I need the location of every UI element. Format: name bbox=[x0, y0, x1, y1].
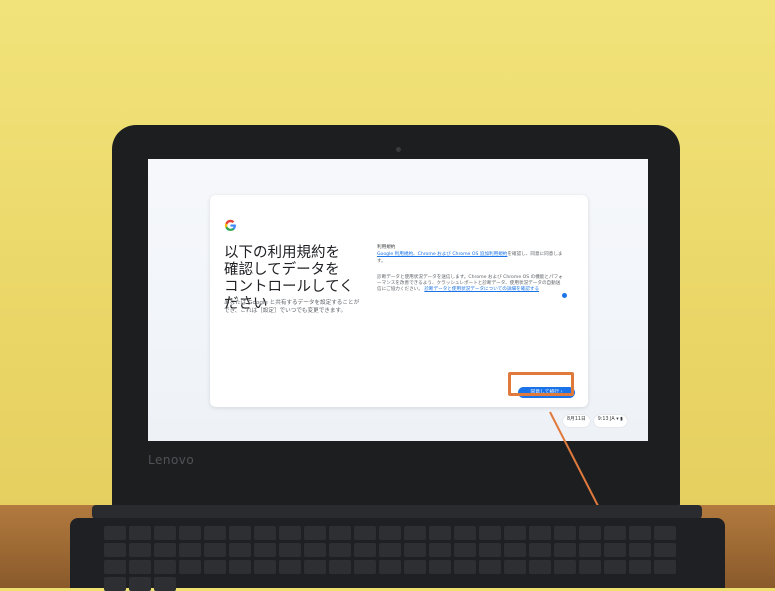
keyboard-key bbox=[204, 560, 226, 574]
google-g-icon bbox=[224, 219, 236, 231]
status-area[interactable]: 9:13 JA ▾ ▮ bbox=[593, 415, 627, 427]
webcam bbox=[396, 147, 401, 152]
keyboard-key bbox=[304, 560, 326, 574]
keyboard-key bbox=[179, 560, 201, 574]
keyboard-key bbox=[629, 526, 651, 540]
diagnostics-link[interactable]: 診断データと使用状況データについての詳細を確認する bbox=[424, 287, 539, 292]
keyboard-key bbox=[504, 543, 526, 557]
keyboard-key bbox=[429, 560, 451, 574]
keyboard-key bbox=[229, 526, 251, 540]
keyboard-key bbox=[529, 560, 551, 574]
keyboard-key bbox=[204, 526, 226, 540]
accept-button-highlight bbox=[508, 372, 574, 396]
keyboard-key bbox=[279, 560, 301, 574]
keyboard-key bbox=[404, 560, 426, 574]
keyboard-key bbox=[629, 543, 651, 557]
laptop-hinge bbox=[92, 505, 702, 519]
keyboard-key bbox=[504, 560, 526, 574]
keyboard-key bbox=[479, 543, 501, 557]
terms-link[interactable]: Google 利用規約、Chrome および Chrome OS 追加利用規約 bbox=[377, 252, 507, 257]
keyboard-key bbox=[129, 577, 151, 591]
terms-section-title: 利用規約 bbox=[377, 245, 396, 250]
wifi-icon: ▾ bbox=[616, 417, 619, 422]
keyboard-key bbox=[604, 543, 626, 557]
laptop-screen-bezel: 以下の利用規約を確認してデータをコントロールしてください あなたは Google… bbox=[112, 125, 680, 510]
keyboard-key bbox=[179, 543, 201, 557]
keyboard-key bbox=[554, 543, 576, 557]
keyboard-key bbox=[254, 560, 276, 574]
keyboard-key bbox=[354, 560, 376, 574]
keyboard-key bbox=[429, 526, 451, 540]
keyboard-key bbox=[204, 543, 226, 557]
keyboard-key bbox=[454, 543, 476, 557]
keyboard-key bbox=[504, 526, 526, 540]
keyboard-key bbox=[529, 526, 551, 540]
keyboard-key bbox=[304, 526, 326, 540]
keyboard-key bbox=[379, 560, 401, 574]
keyboard-key bbox=[429, 543, 451, 557]
keyboard-key bbox=[379, 526, 401, 540]
keyboard-key bbox=[104, 526, 126, 540]
keyboard-key bbox=[454, 526, 476, 540]
keyboard-key bbox=[129, 543, 151, 557]
keyboard-key bbox=[479, 526, 501, 540]
diagnostics-toggle[interactable] bbox=[562, 293, 567, 298]
clock: 9:13 JA bbox=[597, 417, 615, 422]
keyboard-key bbox=[654, 560, 676, 574]
system-tray: 8月11日 9:13 JA ▾ ▮ bbox=[563, 415, 627, 427]
keyboard-key bbox=[104, 560, 126, 574]
keyboard-key bbox=[479, 560, 501, 574]
keyboard-key bbox=[304, 543, 326, 557]
keyboard-key bbox=[454, 560, 476, 574]
page-subtitle: あなたは Google と共有するデータを設定することができ、これは［設定］でい… bbox=[224, 300, 360, 314]
keyboard-key bbox=[579, 560, 601, 574]
keyboard-key bbox=[179, 526, 201, 540]
keyboard-key bbox=[529, 543, 551, 557]
keyboard-key bbox=[329, 560, 351, 574]
keyboard-key bbox=[254, 526, 276, 540]
battery-icon: ▮ bbox=[620, 417, 623, 422]
keyboard-key bbox=[154, 526, 176, 540]
keyboard-key bbox=[279, 526, 301, 540]
keyboard-key bbox=[104, 543, 126, 557]
keyboard-key bbox=[404, 543, 426, 557]
keyboard-key bbox=[354, 543, 376, 557]
keyboard bbox=[70, 518, 725, 591]
keyboard-key bbox=[554, 560, 576, 574]
keyboard-key bbox=[354, 526, 376, 540]
keyboard-key bbox=[154, 560, 176, 574]
keyboard-key bbox=[129, 560, 151, 574]
keyboard-key bbox=[229, 543, 251, 557]
keyboard-key bbox=[254, 543, 276, 557]
chromeos-oobe-screen: 以下の利用規約を確認してデータをコントロールしてください あなたは Google… bbox=[148, 159, 648, 441]
keyboard-key bbox=[154, 577, 176, 591]
keyboard-key bbox=[554, 526, 576, 540]
keyboard-key bbox=[129, 526, 151, 540]
keyboard-key bbox=[579, 543, 601, 557]
keyboard-key bbox=[154, 543, 176, 557]
keyboard-key bbox=[104, 577, 126, 591]
keyboard-key bbox=[279, 543, 301, 557]
keyboard-key bbox=[604, 560, 626, 574]
keyboard-key bbox=[379, 543, 401, 557]
keyboard-key bbox=[604, 526, 626, 540]
keyboard-key bbox=[654, 526, 676, 540]
keyboard-key bbox=[654, 543, 676, 557]
keyboard-key bbox=[579, 526, 601, 540]
diagnostics-paragraph: 診断データと使用状況データを送信します。Chrome および Chrome OS… bbox=[377, 275, 563, 294]
keyboard-key bbox=[229, 560, 251, 574]
keyboard-keys bbox=[104, 526, 694, 591]
laptop-brand-logo: Lenovo bbox=[148, 453, 195, 467]
keyboard-key bbox=[404, 526, 426, 540]
terms-paragraph: Google 利用規約、Chrome および Chrome OS 追加利用規約を… bbox=[377, 252, 563, 265]
terms-section: 利用規約 Google 利用規約、Chrome および Chrome OS 追加… bbox=[377, 245, 563, 304]
keyboard-key bbox=[629, 560, 651, 574]
keyboard-key bbox=[329, 526, 351, 540]
keyboard-key bbox=[329, 543, 351, 557]
date-pill[interactable]: 8月11日 bbox=[563, 415, 590, 427]
